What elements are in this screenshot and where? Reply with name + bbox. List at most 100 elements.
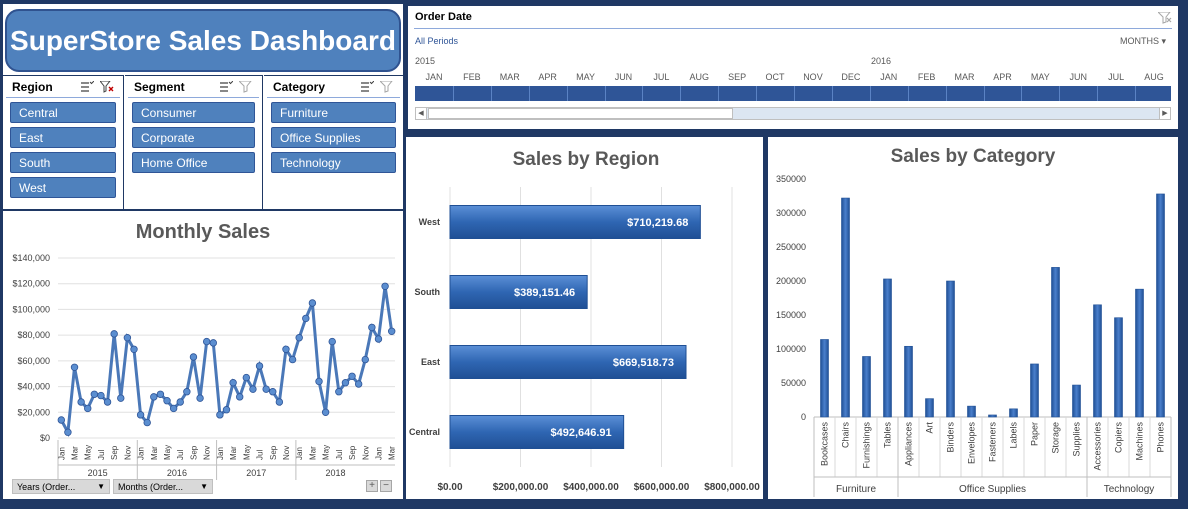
timeline-period: All Periods bbox=[415, 36, 459, 46]
data-point bbox=[302, 314, 310, 323]
timeline-month-label: JUL bbox=[1108, 72, 1125, 82]
region-category-label: Central bbox=[409, 427, 440, 437]
category-bar bbox=[1051, 267, 1060, 418]
category-item-furniture[interactable]: Furniture bbox=[271, 102, 396, 123]
month-label: Nov bbox=[361, 446, 370, 460]
multi-select-icon[interactable] bbox=[219, 80, 233, 93]
data-point bbox=[103, 398, 112, 406]
timeline-month-label: APR bbox=[538, 72, 557, 82]
sub-category-label: Copiers bbox=[1114, 422, 1124, 454]
sales-by-category-chart: Sales by Category 0 50000 100000 150000 20000… bbox=[776, 146, 1172, 497]
category-bar bbox=[925, 398, 934, 418]
y-tick-label: 150000 bbox=[776, 310, 806, 320]
sub-category-label: Chairs bbox=[841, 422, 851, 449]
data-point bbox=[189, 353, 198, 361]
year-label: 2016 bbox=[167, 468, 187, 478]
years-filter-dropdown[interactable]: Years (Order... ▼ bbox=[12, 479, 110, 494]
monthly-sales-chart: $0 $20,000 $40,000 $60,000 $80,000 $100,000 $1… bbox=[12, 253, 397, 480]
timeline-month-label: JUL bbox=[653, 72, 670, 82]
timeline-month-label: MAY bbox=[1030, 72, 1050, 82]
timeline-level-select[interactable]: MONTHS ▾ bbox=[1120, 36, 1166, 47]
timeline-month-label: MAR bbox=[954, 72, 975, 82]
category-bar bbox=[1030, 363, 1039, 418]
segment-item-corporate[interactable]: Corporate bbox=[132, 127, 255, 148]
category-bar bbox=[841, 197, 850, 418]
region-item-west[interactable]: West bbox=[10, 177, 116, 198]
timeline-month-divider bbox=[604, 86, 606, 101]
month-label: Jul bbox=[335, 450, 344, 460]
scroll-left-icon[interactable]: ◀ bbox=[416, 108, 427, 119]
timeline-month-divider bbox=[983, 86, 985, 101]
timeline-month-label: JAN bbox=[880, 72, 898, 82]
collapse-button[interactable]: − bbox=[380, 480, 392, 492]
category-item-technology[interactable]: Technology bbox=[271, 152, 396, 173]
sub-category-label: Storage bbox=[1051, 422, 1061, 454]
year-label: 2018 bbox=[326, 468, 346, 478]
region-item-south[interactable]: South bbox=[10, 152, 116, 173]
data-point bbox=[275, 398, 284, 406]
month-label: Mar bbox=[308, 446, 317, 460]
scroll-right-icon[interactable]: ▶ bbox=[1159, 108, 1170, 119]
data-point bbox=[90, 390, 99, 398]
timeline-month-divider bbox=[1059, 86, 1061, 101]
category-item-office-supplies[interactable]: Office Supplies bbox=[271, 127, 396, 148]
data-point bbox=[328, 337, 336, 346]
timeline-month-divider bbox=[945, 86, 947, 101]
sub-category-label: Paper bbox=[1030, 422, 1040, 446]
region-item-east[interactable]: East bbox=[10, 127, 116, 148]
data-point bbox=[196, 394, 204, 402]
timeline-scrollbar[interactable]: ◀ ▶ bbox=[415, 107, 1171, 120]
data-point bbox=[288, 355, 297, 364]
expand-button[interactable]: + bbox=[366, 480, 378, 492]
region-chart-title: Sales by Region bbox=[513, 149, 660, 170]
category-bar bbox=[1135, 288, 1144, 418]
months-filter-dropdown[interactable]: Months (Order... ▼ bbox=[113, 479, 213, 494]
category-bar bbox=[904, 345, 913, 418]
data-point bbox=[341, 379, 350, 387]
year-label: 2017 bbox=[246, 468, 266, 478]
month-label: Jan bbox=[216, 447, 225, 460]
month-label: Sep bbox=[348, 445, 357, 460]
timeline-month-label: AUG bbox=[689, 72, 709, 82]
region-item-central[interactable]: Central bbox=[10, 102, 116, 123]
data-point bbox=[150, 393, 158, 401]
clear-filter-icon[interactable] bbox=[239, 80, 253, 93]
category-bar bbox=[862, 356, 871, 418]
bar-value-label: $389,151.46 bbox=[514, 287, 575, 299]
sub-category-label: Tables bbox=[883, 422, 893, 449]
bar-value-label: $492,646.91 bbox=[550, 427, 611, 439]
y-tick-label: 200000 bbox=[776, 276, 806, 286]
y-tick-label: 50000 bbox=[781, 378, 806, 388]
category-slicer-label: Category bbox=[273, 79, 326, 94]
segment-item-consumer[interactable]: Consumer bbox=[132, 102, 255, 123]
sub-category-label: Bookcases bbox=[820, 422, 830, 467]
data-point bbox=[381, 282, 389, 290]
clear-filter-icon[interactable] bbox=[380, 80, 394, 93]
timeline-month-divider bbox=[642, 86, 644, 101]
sub-category-label: Envelopes bbox=[967, 422, 977, 465]
month-label: Jan bbox=[137, 447, 146, 460]
y-tick-label: $40,000 bbox=[17, 382, 50, 392]
data-point bbox=[354, 380, 363, 388]
bar-value-label: $710,219.68 bbox=[627, 217, 688, 229]
timeline-month-label: NOV bbox=[803, 72, 823, 82]
data-point bbox=[374, 335, 383, 343]
year-label: 2015 bbox=[88, 468, 108, 478]
month-label: Nov bbox=[123, 446, 132, 460]
data-point bbox=[269, 388, 277, 396]
clear-filter-icon[interactable] bbox=[100, 80, 114, 93]
multi-select-icon[interactable] bbox=[80, 80, 94, 93]
group-label: Technology bbox=[1104, 484, 1155, 495]
sub-category-label: Machines bbox=[1135, 422, 1145, 461]
data-point bbox=[183, 388, 191, 396]
multi-select-icon[interactable] bbox=[360, 80, 374, 93]
scroll-thumb[interactable] bbox=[428, 108, 733, 119]
sales-by-category-panel: Sales by Category 0 50000 100000 150000 20000… bbox=[768, 137, 1178, 499]
clear-filter-icon[interactable] bbox=[1158, 12, 1172, 24]
data-point bbox=[387, 327, 396, 335]
chevron-down-icon: ▾ bbox=[1161, 36, 1166, 46]
region-category-label: East bbox=[421, 357, 440, 367]
chevron-down-icon: ▼ bbox=[97, 482, 105, 491]
data-point bbox=[242, 373, 251, 382]
segment-item-home-office[interactable]: Home Office bbox=[132, 152, 255, 173]
